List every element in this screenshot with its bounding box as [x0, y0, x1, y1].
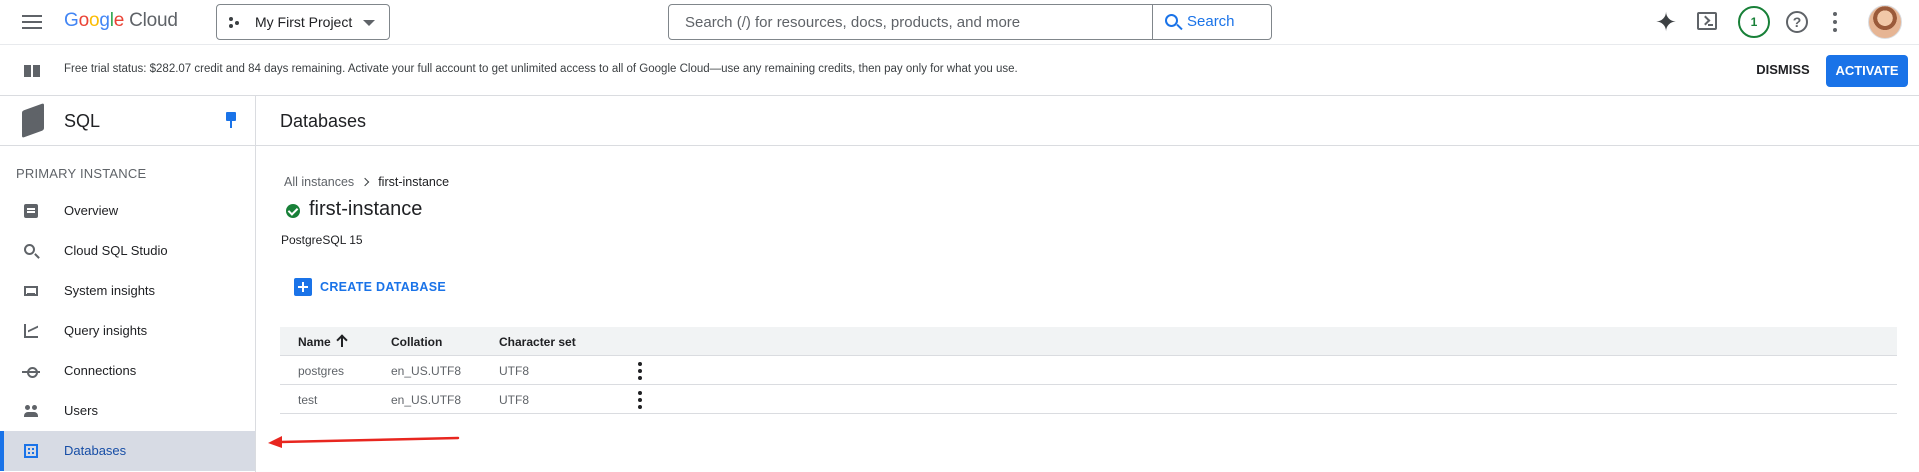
column-header-character-set: Character set: [499, 335, 576, 349]
dismiss-button[interactable]: DISMISS: [1748, 53, 1818, 87]
logo-letter: o: [78, 10, 90, 31]
more-vert-icon[interactable]: [637, 362, 643, 380]
sidebar-item-label: System insights: [64, 283, 156, 298]
avatar[interactable]: [1868, 5, 1902, 39]
database-version: PostgreSQL 15: [281, 233, 363, 247]
help-icon[interactable]: ?: [1786, 11, 1808, 33]
google-cloud-logo[interactable]: Google Cloud: [64, 10, 178, 32]
gift-icon: [24, 61, 40, 77]
logo-letter: e: [113, 10, 125, 31]
more-vert-icon[interactable]: [1832, 12, 1838, 32]
cell-collation: en_US.UTF8: [391, 393, 462, 407]
query-insights-icon: [24, 324, 38, 338]
project-icon: [229, 17, 243, 29]
sidebar-item-connections[interactable]: Connections: [0, 351, 255, 391]
free-trial-banner: Free trial status: $282.07 credit and 84…: [0, 44, 1919, 96]
project-name: My First Project: [255, 14, 353, 30]
chevron-right-icon: [360, 177, 370, 187]
create-database-label: CREATE DATABASE: [320, 280, 447, 294]
logo-product-name: Cloud: [129, 10, 178, 31]
sidebar-item-databases[interactable]: Databases: [0, 431, 255, 471]
users-icon: [24, 404, 38, 418]
column-header-collation: Collation: [391, 335, 443, 349]
breadcrumb: All instances first-instance: [284, 175, 449, 189]
search-icon: [24, 244, 35, 255]
sort-ascending-icon[interactable]: [336, 334, 348, 348]
terminal-icon[interactable]: [1697, 12, 1717, 30]
check-circle-icon: [286, 204, 300, 218]
search-button[interactable]: Search: [1152, 5, 1271, 39]
sidebar-item-users[interactable]: Users: [0, 391, 255, 431]
page-header: Databases: [256, 96, 1919, 146]
logo-letter: o: [88, 10, 100, 31]
search-bar: Search: [668, 4, 1272, 40]
sidebar-item-label: Connections: [64, 363, 137, 378]
system-insights-icon: [24, 286, 38, 296]
breadcrumb-current: first-instance: [378, 175, 450, 189]
search-input[interactable]: [669, 5, 1152, 39]
sidebar-section-label: PRIMARY INSTANCE: [16, 166, 147, 181]
sidebar-item-system-insights[interactable]: System insights: [0, 271, 255, 311]
top-bar: GoogleCloud My First Project Search ✦ 1 …: [0, 0, 1919, 44]
logo-letter: G: [64, 10, 79, 31]
more-vert-icon[interactable]: [637, 391, 643, 409]
cell-character-set: UTF8: [499, 393, 529, 407]
column-header-name[interactable]: Name: [298, 335, 331, 349]
sidebar-item-overview[interactable]: Overview: [0, 191, 255, 231]
sidebar-item-label: Users: [64, 403, 98, 418]
sidebar-item-cloud-sql-studio[interactable]: Cloud SQL Studio: [0, 231, 255, 271]
activate-button[interactable]: ACTIVATE: [1826, 55, 1908, 87]
cell-character-set: UTF8: [499, 364, 529, 378]
sidebar-item-label: Databases: [64, 443, 127, 458]
sparkle-icon[interactable]: ✦: [1652, 8, 1680, 36]
add-icon: [294, 278, 312, 296]
sidebar-title: SQL: [64, 111, 101, 131]
project-picker[interactable]: My First Project: [216, 4, 390, 40]
sql-product-icon: [20, 102, 46, 139]
chevron-down-icon: [363, 20, 375, 26]
connections-icon: [22, 364, 40, 378]
pin-icon[interactable]: [224, 112, 238, 130]
search-button-label: Search: [1187, 13, 1235, 30]
free-trial-status-text: Free trial status: $282.07 credit and 84…: [64, 63, 1018, 75]
cell-name: postgres: [298, 364, 345, 378]
overview-icon: [24, 204, 38, 218]
breadcrumb-all-instances[interactable]: All instances: [284, 175, 354, 189]
search-icon: [1165, 14, 1178, 27]
logo-letter: g: [99, 10, 110, 31]
instance-name: first-instance: [309, 198, 423, 220]
cell-collation: en_US.UTF8: [391, 364, 462, 378]
sidebar-item-label: Query insights: [64, 323, 148, 338]
page-title: Databases: [280, 111, 367, 131]
cell-name: test: [298, 393, 318, 407]
menu-icon[interactable]: [20, 12, 48, 32]
notifications-badge[interactable]: 1: [1738, 6, 1770, 38]
sidebar-header: SQL: [0, 96, 255, 146]
sidebar-item-query-insights[interactable]: Query insights: [0, 311, 255, 351]
table-header: Name Collation Character set: [280, 327, 1897, 356]
databases-table: Name Collation Character set postgres en…: [280, 327, 1897, 414]
databases-icon: [24, 444, 38, 458]
table-row: test en_US.UTF8 UTF8: [280, 385, 1897, 414]
sidebar-item-label: Cloud SQL Studio: [64, 243, 168, 258]
table-row: postgres en_US.UTF8 UTF8: [280, 356, 1897, 385]
sidebar: SQL PRIMARY INSTANCE Overview Cloud SQL …: [0, 96, 256, 472]
annotation-arrow: [268, 436, 460, 448]
sidebar-item-label: Overview: [64, 203, 119, 218]
